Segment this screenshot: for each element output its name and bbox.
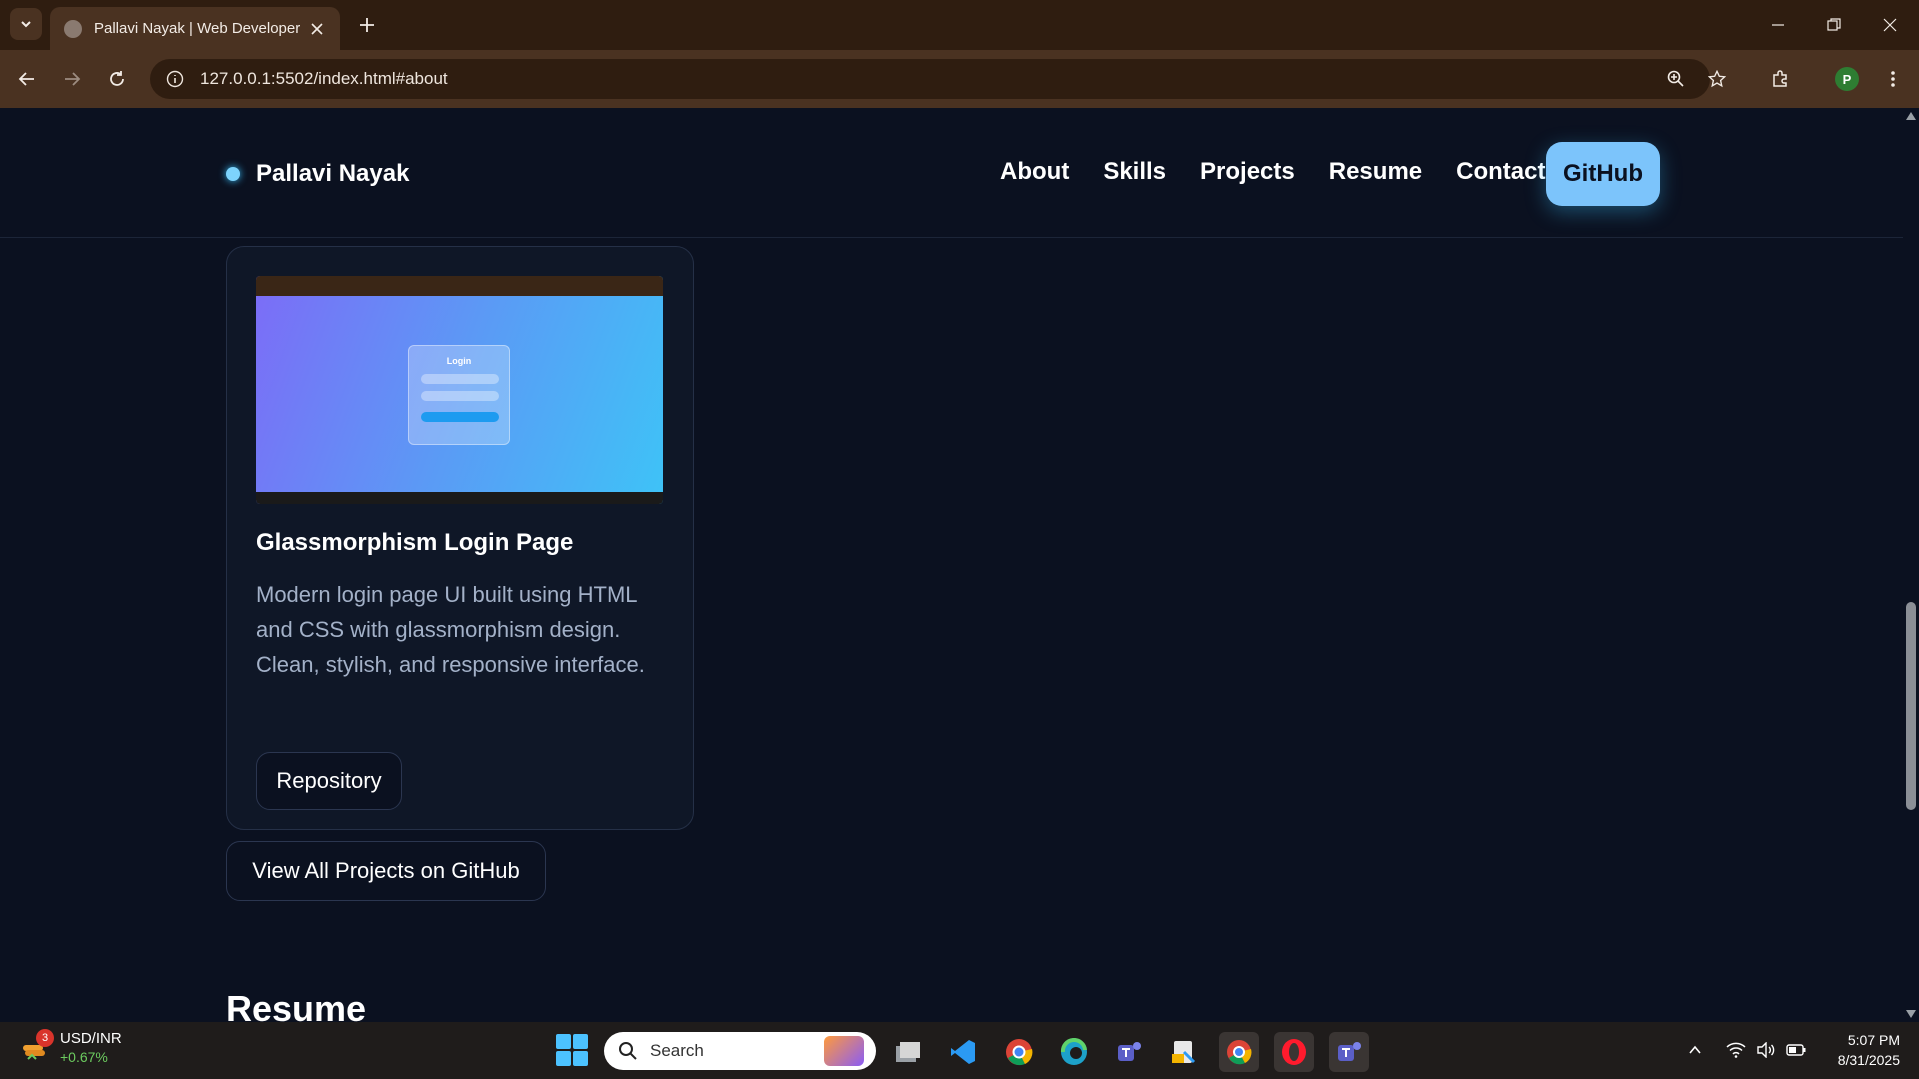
taskbar: 3 USD/INR +0.67% Search 5:07 PM 8/31/202… (0, 1022, 1919, 1079)
extensions-button[interactable] (1764, 62, 1798, 96)
new-tab-button[interactable] (354, 12, 380, 38)
restore-button[interactable] (1806, 0, 1862, 50)
vscode-icon[interactable] (943, 1032, 983, 1072)
project-card: Login Glassmorphism Login Page Modern lo… (226, 246, 694, 830)
chevron-down-icon (21, 21, 31, 28)
site-info-icon[interactable] (164, 68, 186, 90)
scrollbar-thumb[interactable] (1906, 602, 1916, 810)
address-bar[interactable]: 127.0.0.1:5502/index.html#about (150, 59, 1710, 99)
nav-link-skills[interactable]: Skills (1103, 158, 1166, 186)
scroll-up-icon[interactable] (1906, 112, 1916, 120)
more-vertical-icon (1891, 71, 1895, 87)
profile-button[interactable]: P (1830, 62, 1864, 96)
finance-icon: 3 (20, 1029, 54, 1063)
project-description: Modern login page UI built using HTML an… (256, 582, 645, 677)
reload-icon (110, 71, 124, 86)
clock-date: 8/31/2025 (1837, 1052, 1900, 1068)
browser-toolbar: 127.0.0.1:5502/index.html#about P (0, 50, 1919, 108)
site-header: Pallavi Nayak About Skills Projects Resu… (0, 108, 1903, 238)
clock-time: 5:07 PM (1847, 1032, 1900, 1048)
system-clock[interactable]: 5:07 PM 8/31/2025 (1820, 1030, 1900, 1070)
teams-alt-icon[interactable] (1329, 1032, 1369, 1072)
brand[interactable]: Pallavi Nayak (226, 160, 409, 188)
volume-icon[interactable] (1754, 1038, 1778, 1062)
repository-button[interactable]: Repository (256, 752, 402, 810)
view-all-projects-button[interactable]: View All Projects on GitHub (226, 841, 546, 901)
close-icon (311, 22, 323, 35)
close-window-button[interactable] (1862, 0, 1918, 50)
widget-change: +0.67% (60, 1049, 108, 1065)
globe-icon (64, 19, 82, 38)
nav-link-resume[interactable]: Resume (1329, 158, 1422, 186)
wifi-icon[interactable] (1724, 1038, 1748, 1062)
brand-dot-icon (226, 167, 240, 181)
battery-icon[interactable] (1784, 1038, 1808, 1062)
zoom-icon (1667, 70, 1684, 87)
edge-icon[interactable] (1054, 1032, 1094, 1072)
site-nav: About Skills Projects Resume Contact (1000, 158, 1579, 186)
nav-link-about[interactable]: About (1000, 158, 1069, 186)
notification-badge: 3 (36, 1029, 54, 1047)
start-button[interactable] (556, 1034, 588, 1066)
plus-icon (360, 18, 374, 32)
section-heading-resume: Resume (226, 988, 367, 1022)
scroll-down-icon[interactable] (1906, 1010, 1916, 1018)
preview-login-label: Login (446, 356, 472, 366)
zoom-button[interactable] (1659, 62, 1693, 96)
taskbar-search[interactable]: Search (604, 1032, 876, 1070)
nav-link-projects[interactable]: Projects (1200, 158, 1295, 186)
task-view-icon[interactable] (888, 1032, 928, 1072)
search-icon (619, 1042, 637, 1060)
file-explorer-icon[interactable] (1164, 1032, 1204, 1072)
minimize-icon (1772, 24, 1784, 26)
opera-icon[interactable] (1274, 1032, 1314, 1072)
search-highlight-image (824, 1036, 864, 1066)
nav-link-contact[interactable]: Contact (1456, 158, 1545, 186)
search-placeholder: Search (650, 1041, 704, 1060)
weather-widget[interactable]: 3 USD/INR +0.67% (20, 1029, 122, 1066)
login-box-preview: Login (408, 345, 510, 445)
close-icon (1883, 18, 1897, 32)
browser-tab-bar: Pallavi Nayak | Web Developer (0, 0, 1919, 50)
browser-tab-active[interactable]: Pallavi Nayak | Web Developer (50, 7, 340, 50)
page-scrollbar[interactable] (1903, 108, 1919, 1022)
url-text: 127.0.0.1:5502/index.html#about (200, 69, 448, 88)
reload-button[interactable] (100, 62, 134, 96)
back-button[interactable] (10, 62, 44, 96)
page-viewport: Pallavi Nayak About Skills Projects Resu… (0, 108, 1903, 1022)
restore-icon (1827, 18, 1841, 31)
star-icon (1708, 70, 1726, 88)
bookmark-button[interactable] (1700, 62, 1734, 96)
project-screenshot: Login (256, 276, 663, 504)
arrow-left-icon (18, 72, 34, 86)
teams-icon[interactable] (1109, 1032, 1149, 1072)
brand-name: Pallavi Nayak (256, 160, 410, 187)
widget-label: USD/INR (60, 1030, 122, 1047)
chrome-icon[interactable] (999, 1032, 1039, 1072)
chrome-profile-icon[interactable] (1219, 1032, 1259, 1072)
github-button[interactable]: GitHub (1546, 142, 1660, 206)
tab-search-button[interactable] (10, 8, 42, 40)
puzzle-icon (1773, 70, 1787, 87)
project-title: Glassmorphism Login Page (256, 529, 574, 556)
minimize-button[interactable] (1750, 0, 1806, 50)
forward-button[interactable] (55, 62, 89, 96)
avatar: P (1835, 67, 1859, 91)
tab-title: Pallavi Nayak | Web Developer (94, 20, 301, 37)
arrow-right-icon (65, 72, 81, 86)
browser-menu-button[interactable] (1876, 62, 1910, 96)
chevron-up-icon[interactable] (1683, 1038, 1707, 1062)
tab-close-button[interactable] (308, 20, 326, 38)
